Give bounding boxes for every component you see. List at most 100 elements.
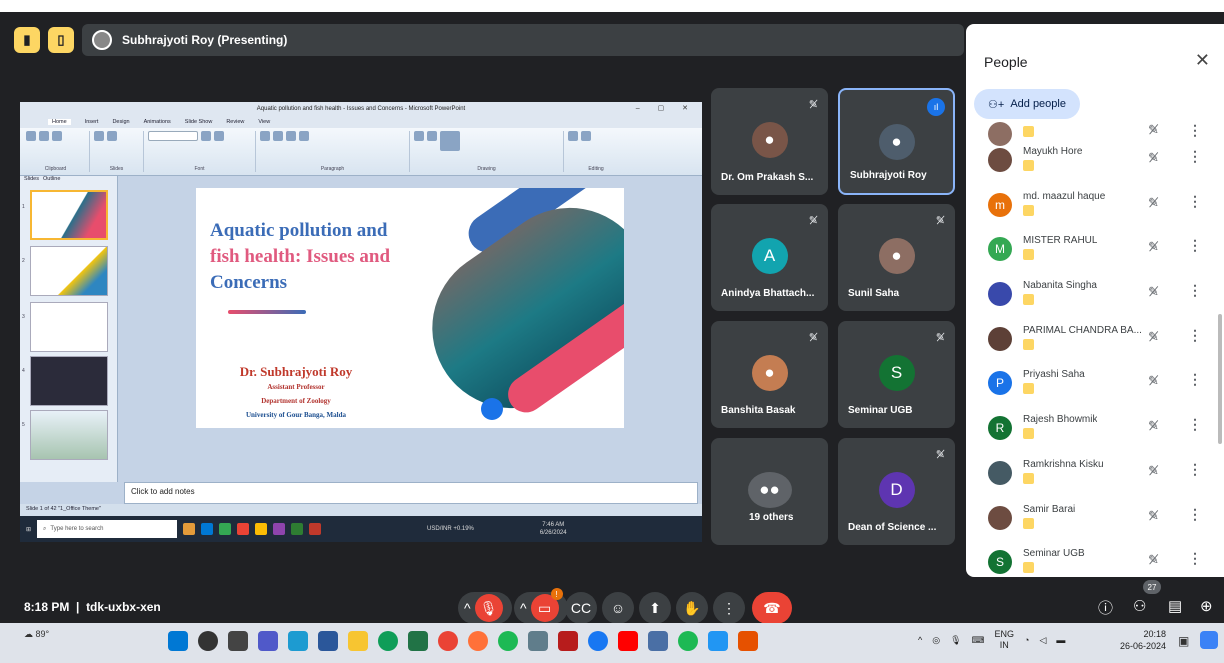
participant-list: ✎̸ ⋮ Mayukh Hore ✎̸ ⋮ m md. maazul haque ✎̸ ⋮ M MI… [966, 122, 1224, 577]
ribbon-tab-review: Review [226, 119, 245, 125]
youtube-icon[interactable] [618, 631, 638, 651]
participant-row[interactable]: Ramkrishna Kisku ✎̸ ⋮ [966, 453, 1224, 498]
more-vert-icon[interactable]: ⋮ [1188, 461, 1202, 478]
more-vert-icon[interactable]: ⋮ [1188, 148, 1202, 165]
leave-call-button[interactable]: ☎ [752, 592, 792, 624]
task-view-icon[interactable] [228, 631, 248, 651]
language-indicator[interactable]: ENG IN [995, 629, 1015, 651]
app-icon[interactable] [738, 631, 758, 651]
tile-subhrajyoti[interactable]: ıl ● Subhrajyoti Roy [838, 88, 955, 195]
network-icon[interactable]: ◎ [932, 635, 940, 646]
more-vert-icon[interactable]: ⋮ [1188, 237, 1202, 254]
participant-row[interactable]: S Seminar UGB ✎̸ ⋮ [966, 542, 1224, 577]
add-people-button[interactable]: ⚇+ Add people [974, 89, 1080, 119]
tile-dean[interactable]: ✎̸ D Dean of Science ... [838, 438, 955, 545]
participant-row[interactable]: PARIMAL CHANDRA BA... ✎̸ ⋮ [966, 319, 1224, 364]
badge-icon [1023, 160, 1034, 171]
info-icon[interactable]: ⓘ [1098, 597, 1113, 618]
notifications-icon[interactable]: ▣ [1178, 634, 1189, 648]
presenting-label: Subhrajyoti Roy (Presenting) [122, 33, 288, 47]
mic-icon[interactable]: 🎙 [950, 635, 961, 646]
current-slide: Aquatic pollution and fish health: Issue… [196, 188, 624, 428]
avatar: S [988, 550, 1012, 575]
app-icon[interactable] [558, 631, 578, 651]
raise-hand-button[interactable]: ✋ [676, 592, 708, 624]
participant-row[interactable]: m md. maazul haque ✎̸ ⋮ [966, 185, 1224, 230]
tile-anindya[interactable]: ✎̸ A Anindya Bhattach... [711, 204, 828, 311]
start-icon[interactable] [168, 631, 188, 651]
more-vert-icon[interactable]: ⋮ [1188, 416, 1202, 433]
spotify-icon[interactable] [498, 631, 518, 651]
participant-row[interactable]: M MISTER RAHUL ✎̸ ⋮ [966, 229, 1224, 274]
present-button[interactable]: ⬆ [639, 592, 671, 624]
mic-button[interactable]: ^ 🎙 [458, 592, 512, 624]
notepad-icon[interactable] [648, 631, 668, 651]
chevron-up-icon[interactable]: ^ [918, 635, 922, 645]
emoji-button[interactable]: ☺ [602, 592, 634, 624]
battery-icon[interactable]: ▬ [1056, 635, 1065, 645]
file-explorer-icon[interactable] [348, 631, 368, 651]
participant-row[interactable]: R Rajesh Bhowmik ✎̸ ⋮ [966, 408, 1224, 453]
panel-scrollbar[interactable] [1218, 314, 1222, 444]
more-vert-icon[interactable]: ⋮ [1188, 506, 1202, 523]
close-icon[interactable]: ✕ [1195, 50, 1210, 71]
more-vert-icon[interactable]: ⋮ [1188, 371, 1202, 388]
avatar: ● [751, 355, 788, 391]
ribbon-group-font: Font [148, 131, 256, 172]
presenting-pill[interactable]: Subhrajyoti Roy (Presenting) [82, 24, 964, 56]
copilot-icon[interactable] [1200, 631, 1218, 649]
mic-off-icon: ✎̸ [808, 99, 818, 111]
more-vert-icon[interactable]: ⋮ [1188, 282, 1202, 299]
chevron-up-icon: ^ [520, 600, 527, 616]
tile-om-prakash[interactable]: ✎̸ ● Dr. Om Prakash S... [711, 88, 828, 195]
chat-icon[interactable]: ▤ [1168, 597, 1182, 615]
weather-widget[interactable]: ☁ 89° [24, 629, 49, 640]
activities-icon[interactable]: ⊕ [1200, 597, 1213, 615]
captions-button[interactable]: CC [565, 592, 597, 624]
ribbon-group-editing: Editing [568, 131, 628, 172]
mic-off-icon: ✎̸ [1148, 328, 1159, 344]
search-icon[interactable] [198, 631, 218, 651]
app-icon[interactable] [708, 631, 728, 651]
avatar: ● [878, 124, 915, 160]
more-vert-icon[interactable]: ⋮ [1188, 550, 1202, 567]
facebook-icon[interactable] [588, 631, 608, 651]
keyboard-icon[interactable]: ⌨ [972, 635, 985, 646]
wifi-icon[interactable]: ◔ [1024, 635, 1029, 645]
more-vert-icon[interactable]: ⋮ [1188, 122, 1202, 139]
participant-row[interactable]: ✎̸ ⋮ [966, 122, 1224, 146]
emoji-icon: ☺ [610, 600, 626, 616]
system-clock[interactable]: 20:18 26-06-2024 [1120, 628, 1166, 652]
tile-seminar-ugb[interactable]: ✎̸ S Seminar UGB [838, 321, 955, 428]
firefox-icon[interactable] [468, 631, 488, 651]
tile-others[interactable]: ●● 19 others [711, 438, 828, 545]
tile-banshita[interactable]: ✎̸ ● Banshita Basak [711, 321, 828, 428]
more-vert-icon[interactable]: ⋮ [1188, 193, 1202, 210]
volume-icon[interactable]: ◁ [1039, 635, 1046, 646]
more-vert-icon: ⋮ [722, 599, 736, 616]
chrome-icon[interactable] [438, 631, 458, 651]
participant-row[interactable]: P Priyashi Saha ✎̸ ⋮ [966, 363, 1224, 408]
mic-off-icon: ✎̸ [1148, 373, 1159, 389]
word-icon[interactable] [318, 631, 338, 651]
spotify-icon[interactable] [678, 631, 698, 651]
presentation-pin-icon[interactable]: ▮ [14, 27, 40, 53]
app-icon[interactable] [288, 631, 308, 651]
participant-row[interactable]: Samir Barai ✎̸ ⋮ [966, 498, 1224, 543]
teams-icon[interactable] [258, 631, 278, 651]
people-icon[interactable]: ⚇ [1133, 597, 1146, 615]
more-options-button[interactable]: ⋮ [713, 592, 745, 624]
layout-icon[interactable]: ▯ [48, 27, 74, 53]
excel-icon[interactable] [408, 631, 428, 651]
ppt-window-title: Aquatic pollution and fish health - Issu… [256, 106, 466, 112]
avatar: ● [751, 122, 788, 158]
calculator-icon[interactable] [528, 631, 548, 651]
participant-row[interactable]: Mayukh Hore ✎̸ ⋮ [966, 140, 1224, 185]
camera-button[interactable]: ^ ▭! [514, 588, 568, 624]
more-vert-icon[interactable]: ⋮ [1188, 327, 1202, 344]
participant-row[interactable]: Nabanita Singha ✎̸ ⋮ [966, 274, 1224, 319]
mic-off-icon: ✎̸ [1148, 122, 1159, 137]
meeting-info: 8:18 PM | tdk-uxbx-xen [24, 600, 161, 614]
tile-sunil[interactable]: ✎̸ ● Sunil Saha [838, 204, 955, 311]
edge-icon[interactable] [378, 631, 398, 651]
